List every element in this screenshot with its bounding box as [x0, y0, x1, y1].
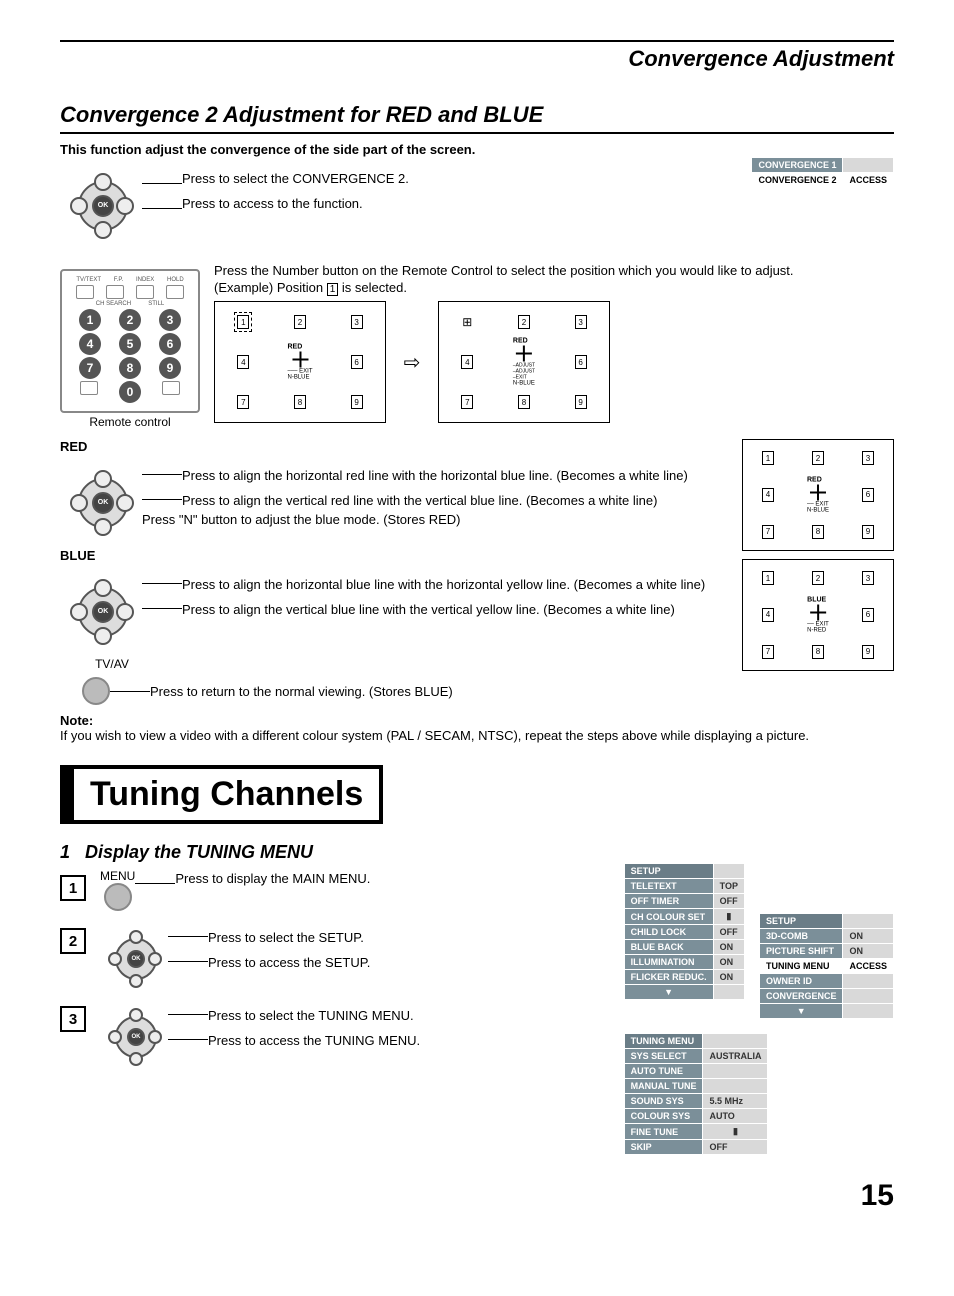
tvav-instr: Press to return to the normal viewing. (… [150, 684, 453, 699]
dpad-icon: OK [106, 1004, 162, 1068]
setup-menu-1: SETUP TELETEXTTOP OFF TIMEROFF CH COLOUR… [624, 863, 745, 1000]
substep-3a-instr: Press to select the TUNING MENU. [208, 1008, 414, 1023]
page-number: 15 [60, 1179, 894, 1213]
substep-3-box: 3 [60, 1006, 86, 1032]
substep-2a-instr: Press to select the SETUP. [208, 930, 364, 945]
red-instr-2: Press to align the vertical red line wit… [182, 493, 657, 508]
tvav-label: TV/AV [82, 657, 142, 671]
remote-instr-1: Press the Number button on the Remote Co… [214, 263, 894, 278]
blue-heading: BLUE [60, 548, 728, 563]
substep-3b-instr: Press to access the TUNING MENU. [208, 1033, 420, 1048]
instr-access-conv2: Press to access to the function. [182, 196, 363, 211]
position-grid-after: ⊞23 4 RED–ADJUST–ADJUST–EXITN-BLUE 6 789 [438, 301, 610, 423]
dpad-icon: OK [66, 464, 136, 544]
tuning-channels-title-box: Tuning Channels [60, 765, 383, 824]
blue-instr-1: Press to align the horizontal blue line … [182, 577, 705, 592]
dpad-icon: OK [66, 167, 136, 247]
menu-label: MENU [100, 869, 135, 883]
step-1-title: Display the TUNING MENU [85, 842, 313, 862]
remote-caption: Remote control [60, 415, 200, 429]
convergence-menu: CONVERGENCE 1 CONVERGENCE 2ACCESS [751, 157, 894, 188]
remote-control-diagram: TV/TEXTF.P.INDEXHOLD CH SEARCHSTILL 123 … [60, 269, 200, 413]
page-header-title: Convergence Adjustment [60, 46, 894, 72]
red-instr-3: Press "N" button to adjust the blue mode… [142, 512, 688, 527]
tuning-menu-table: TUNING MENU SYS SELECTAUSTRALIA AUTO TUN… [624, 1033, 769, 1155]
blue-instr-2: Press to align the vertical blue line wi… [182, 602, 675, 617]
remote-instr-2: (Example) Position 1 is selected. [214, 280, 894, 295]
substep-1-instr: Press to display the MAIN MENU. [175, 871, 370, 886]
step-1-number: 1 [60, 842, 70, 862]
instr-select-conv2: Press to select the CONVERGENCE 2. [182, 171, 409, 186]
red-adjust-grid: 123 4 RED–– EXITN-BLUE 6 789 [742, 439, 894, 551]
blue-adjust-grid: 123 4 BLUE–– EXITN-RED 6 789 [742, 559, 894, 671]
substep-2b-instr: Press to access the SETUP. [208, 955, 370, 970]
menu-button-icon [104, 883, 132, 911]
red-instr-1: Press to align the horizontal red line w… [182, 468, 688, 483]
red-heading: RED [60, 439, 728, 454]
position-grid-before: 123 4 RED––– EXITN-BLUE 6 789 [214, 301, 386, 423]
substep-1-box: 1 [60, 875, 86, 901]
setup-menu-2: SETUP 3D-COMBON PICTURE SHIFTON TUNING M… [759, 913, 894, 1019]
section-1-intro: This function adjust the convergence of … [60, 142, 894, 157]
tvav-button-icon [82, 677, 110, 705]
arrow-right-icon: ⇨ [400, 350, 424, 375]
substep-2-box: 2 [60, 928, 86, 954]
note-block: Note:If you wish to view a video with a … [60, 713, 894, 743]
dpad-icon: OK [66, 573, 136, 653]
dpad-icon: OK [106, 926, 162, 990]
section-1-title: Convergence 2 Adjustment for RED and BLU… [60, 102, 894, 134]
